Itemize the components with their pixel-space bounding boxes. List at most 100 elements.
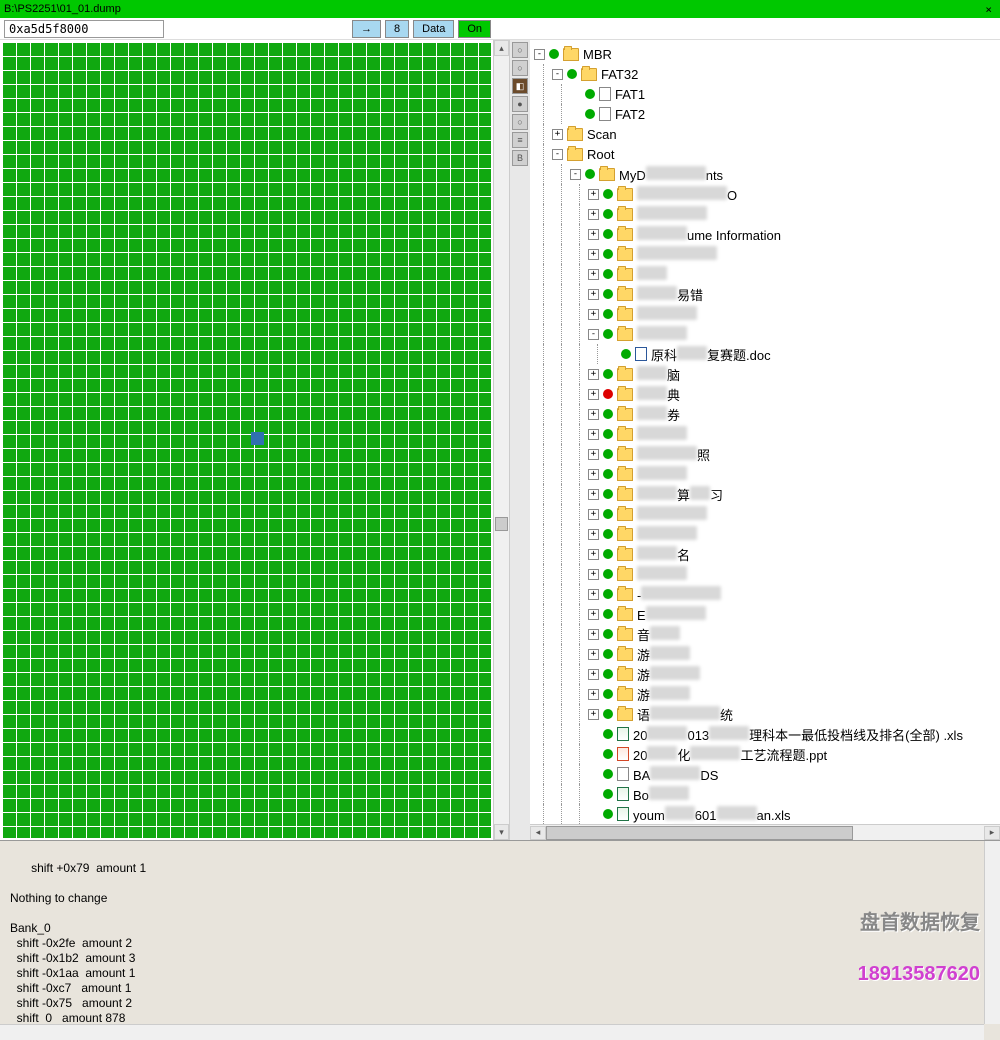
side-icon-1[interactable]: ○ bbox=[512, 60, 528, 76]
tree-node[interactable]: + bbox=[534, 244, 1000, 264]
tree-node[interactable]: + bbox=[534, 564, 1000, 584]
collapse-icon[interactable]: - bbox=[570, 169, 581, 180]
tree-node[interactable]: youm601an.xls bbox=[534, 804, 1000, 824]
expand-icon[interactable]: + bbox=[552, 129, 563, 140]
tree-node[interactable]: -MyDnts bbox=[534, 164, 1000, 184]
tree-node[interactable]: FAT1 bbox=[534, 84, 1000, 104]
tree-node[interactable]: +音 bbox=[534, 624, 1000, 644]
log-hscrollbar[interactable] bbox=[0, 1024, 984, 1040]
collapse-icon[interactable]: - bbox=[588, 329, 599, 340]
tree-node[interactable]: +Scan bbox=[534, 124, 1000, 144]
expand-icon[interactable]: + bbox=[588, 269, 599, 280]
tree-node[interactable]: + bbox=[534, 304, 1000, 324]
scroll-track[interactable] bbox=[494, 56, 509, 824]
log-vscrollbar[interactable] bbox=[984, 841, 1000, 1024]
expand-icon[interactable]: + bbox=[588, 649, 599, 660]
tree-node[interactable]: +ume Information bbox=[534, 224, 1000, 244]
tree-node-label: 游 bbox=[637, 665, 700, 684]
tree-node[interactable]: +易错 bbox=[534, 284, 1000, 304]
tree-node[interactable]: + bbox=[534, 504, 1000, 524]
expand-icon[interactable]: + bbox=[588, 249, 599, 260]
tree-node[interactable]: 原科复赛题.doc bbox=[534, 344, 1000, 364]
expand-icon[interactable]: + bbox=[588, 589, 599, 600]
expand-icon[interactable]: + bbox=[588, 609, 599, 620]
side-icon-2[interactable]: ◧ bbox=[512, 78, 528, 94]
tree-hscrollbar[interactable]: ◂ ▸ bbox=[530, 824, 1000, 840]
data-button[interactable]: Data bbox=[413, 20, 454, 38]
collapse-icon[interactable]: - bbox=[552, 69, 563, 80]
tree-node[interactable]: +O bbox=[534, 184, 1000, 204]
expand-icon[interactable]: + bbox=[588, 449, 599, 460]
tree-node[interactable]: +典 bbox=[534, 384, 1000, 404]
address-input[interactable] bbox=[4, 20, 164, 38]
expand-icon[interactable]: + bbox=[588, 709, 599, 720]
block-grid[interactable] bbox=[2, 42, 491, 838]
tree-node[interactable]: +E bbox=[534, 604, 1000, 624]
side-icon-3[interactable]: ● bbox=[512, 96, 528, 112]
tree-node[interactable]: + bbox=[534, 424, 1000, 444]
scroll-thumb[interactable] bbox=[495, 517, 508, 531]
expand-icon[interactable]: + bbox=[588, 409, 599, 420]
tree-node[interactable]: Bo bbox=[534, 784, 1000, 804]
expand-icon[interactable]: + bbox=[588, 689, 599, 700]
expand-icon[interactable]: + bbox=[588, 209, 599, 220]
side-icon-6[interactable]: B bbox=[512, 150, 528, 166]
go-button[interactable]: → bbox=[352, 20, 381, 38]
tree-indent bbox=[552, 344, 570, 364]
close-icon[interactable]: × bbox=[981, 3, 996, 16]
tree-node[interactable]: -MBR bbox=[534, 44, 1000, 64]
tree-node[interactable]: + bbox=[534, 524, 1000, 544]
tree-node[interactable]: +名 bbox=[534, 544, 1000, 564]
tree-node[interactable]: FAT2 bbox=[534, 104, 1000, 124]
hscroll-right-icon[interactable]: ▸ bbox=[984, 826, 1000, 840]
tree-node[interactable]: 20013理科本一最低投档线及排名(全部) .xls bbox=[534, 724, 1000, 744]
tree-node[interactable]: +游 bbox=[534, 664, 1000, 684]
tree-node[interactable]: -Root bbox=[534, 144, 1000, 164]
tree-node[interactable]: +券 bbox=[534, 404, 1000, 424]
tree-node[interactable]: -FAT32 bbox=[534, 64, 1000, 84]
grid-vscrollbar[interactable]: ▴ ▾ bbox=[493, 40, 509, 840]
tree-node[interactable]: +脑 bbox=[534, 364, 1000, 384]
tree-node[interactable]: +- bbox=[534, 584, 1000, 604]
expand-icon[interactable]: + bbox=[588, 569, 599, 580]
tree-node[interactable]: + bbox=[534, 264, 1000, 284]
on-button[interactable]: On bbox=[458, 20, 491, 38]
status-dot-green bbox=[603, 609, 613, 619]
collapse-icon[interactable]: - bbox=[534, 49, 545, 60]
tree-node[interactable]: +算习 bbox=[534, 484, 1000, 504]
tree-node[interactable]: 20化工艺流程题.ppt bbox=[534, 744, 1000, 764]
expand-icon[interactable]: + bbox=[588, 429, 599, 440]
width-button[interactable]: 8 bbox=[385, 20, 409, 38]
tree-node[interactable]: +游 bbox=[534, 644, 1000, 664]
expand-icon[interactable]: + bbox=[588, 389, 599, 400]
tree-node[interactable]: + bbox=[534, 204, 1000, 224]
tree-node[interactable]: BADS bbox=[534, 764, 1000, 784]
side-icon-5[interactable]: ≡ bbox=[512, 132, 528, 148]
expand-icon[interactable]: + bbox=[588, 469, 599, 480]
side-icon-4[interactable]: ○ bbox=[512, 114, 528, 130]
expand-icon[interactable]: + bbox=[588, 229, 599, 240]
file-tree[interactable]: -MBR-FAT32FAT1FAT2+Scan-Root-MyDnts+O++u… bbox=[530, 40, 1000, 824]
expand-icon[interactable]: + bbox=[588, 549, 599, 560]
tree-indent bbox=[534, 224, 552, 244]
expand-icon[interactable]: + bbox=[588, 489, 599, 500]
expand-icon[interactable]: + bbox=[588, 289, 599, 300]
expand-icon[interactable]: + bbox=[588, 509, 599, 520]
side-icon-0[interactable]: ○ bbox=[512, 42, 528, 58]
expand-icon[interactable]: + bbox=[588, 529, 599, 540]
tree-node[interactable]: +游 bbox=[534, 684, 1000, 704]
expand-icon[interactable]: + bbox=[588, 309, 599, 320]
hscroll-thumb[interactable] bbox=[546, 826, 853, 840]
expand-icon[interactable]: + bbox=[588, 189, 599, 200]
expand-icon[interactable]: + bbox=[588, 669, 599, 680]
tree-node[interactable]: + bbox=[534, 464, 1000, 484]
tree-node[interactable]: +照 bbox=[534, 444, 1000, 464]
collapse-icon[interactable]: - bbox=[552, 149, 563, 160]
scroll-down-icon[interactable]: ▾ bbox=[494, 824, 509, 840]
expand-icon[interactable]: + bbox=[588, 629, 599, 640]
tree-node[interactable]: +语统 bbox=[534, 704, 1000, 724]
hscroll-left-icon[interactable]: ◂ bbox=[530, 826, 546, 840]
scroll-up-icon[interactable]: ▴ bbox=[494, 40, 509, 56]
tree-node[interactable]: - bbox=[534, 324, 1000, 344]
expand-icon[interactable]: + bbox=[588, 369, 599, 380]
